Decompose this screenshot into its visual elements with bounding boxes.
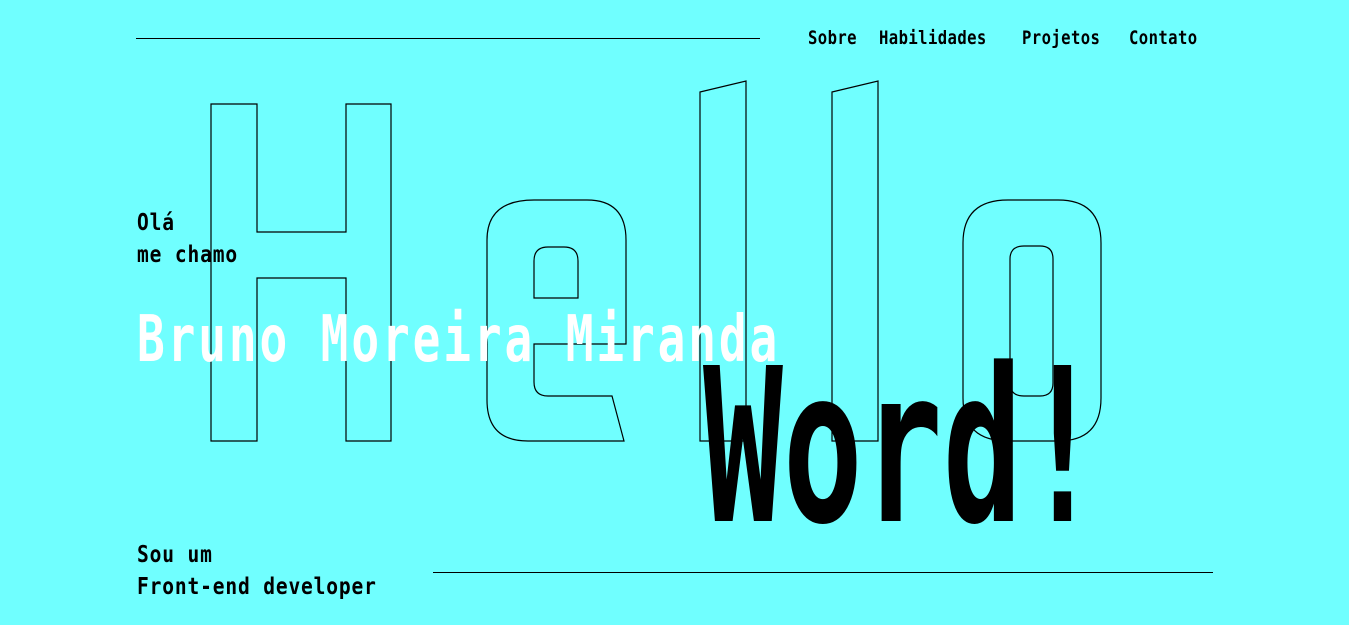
headline-word: Word! (703, 323, 1103, 572)
hello-letter-e-counter (533, 246, 579, 299)
role-line-2: Front-end developer (137, 574, 377, 600)
greeting-line-1: Olá (137, 210, 175, 236)
greeting-text: Olá me chamo (137, 207, 256, 271)
role-text: Sou um Front-end developer (137, 539, 419, 603)
bottom-divider-line (433, 572, 1213, 573)
role-line-1: Sou um (137, 542, 213, 568)
greeting-line-2: me chamo (137, 242, 238, 268)
hello-letter-h (210, 103, 392, 442)
developer-name: Bruno Moreira Miranda (137, 303, 781, 377)
